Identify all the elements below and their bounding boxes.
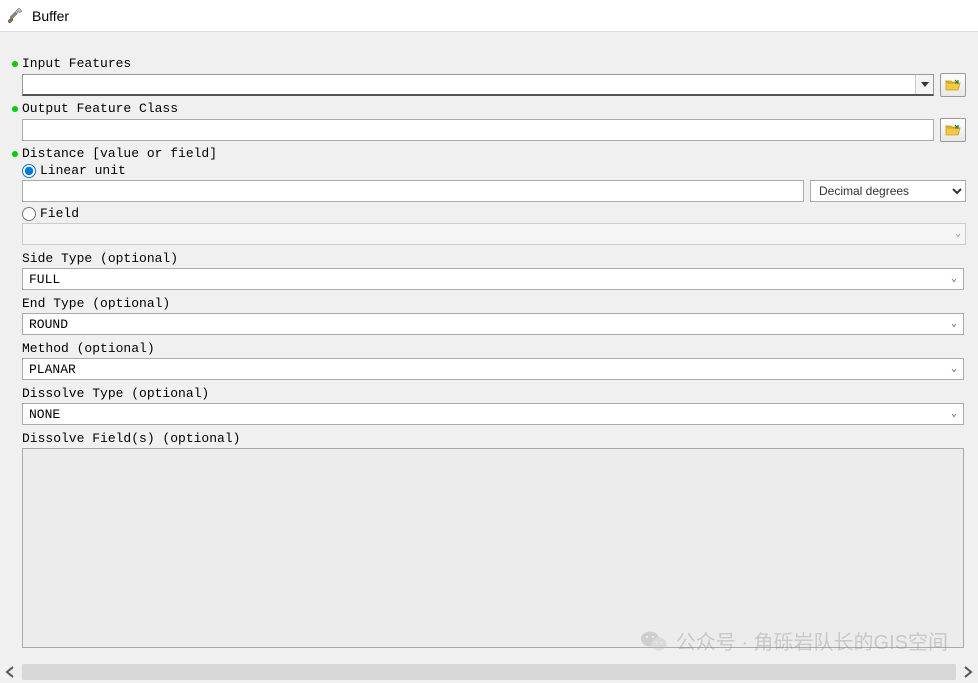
folder-open-icon [945, 123, 961, 137]
output-feature-class-browse-button[interactable] [940, 118, 966, 142]
method-label: Method (optional) [22, 341, 966, 356]
chevron-down-icon: ⌄ [951, 408, 957, 420]
hammer-icon [8, 8, 24, 24]
input-features-label-row: Input Features [12, 56, 966, 71]
window-title: Buffer [32, 8, 69, 24]
distance-label-row: Distance [value or field] [12, 146, 966, 161]
method-select[interactable]: PLANAR ⌄ [22, 358, 964, 380]
dissolve-type-label: Dissolve Type (optional) [22, 386, 966, 401]
input-features-browse-button[interactable] [940, 73, 966, 97]
wechat-icon [640, 629, 668, 653]
dissolve-type-select[interactable]: NONE ⌄ [22, 403, 964, 425]
distance-label: Distance [value or field] [22, 146, 217, 161]
input-features-label: Input Features [22, 56, 131, 71]
linear-unit-radio-label: Linear unit [40, 163, 126, 178]
content-area: Input Features Output Feature Class [0, 32, 978, 661]
chevron-down-icon: ⌄ [951, 273, 957, 285]
watermark: 公众号 · 角砾岩队长的GIS空间 [640, 626, 948, 655]
horizontal-scrollbar[interactable] [0, 661, 978, 683]
field-radio[interactable] [22, 207, 36, 221]
output-feature-class-input[interactable] [22, 119, 934, 141]
required-indicator-icon [12, 151, 18, 157]
side-type-select[interactable]: FULL ⌄ [22, 268, 964, 290]
chevron-down-icon: ⌄ [951, 363, 957, 375]
dissolve-fields-label: Dissolve Field(s) (optional) [22, 431, 966, 446]
distance-unit-select[interactable]: Decimal degrees [810, 180, 966, 202]
output-feature-class-label: Output Feature Class [22, 101, 178, 116]
required-indicator-icon [12, 106, 18, 112]
watermark-text: 公众号 · 角砾岩队长的GIS空间 [676, 626, 948, 655]
field-select-disabled: ⌄ [22, 223, 966, 245]
dissolve-fields-listbox[interactable] [22, 448, 964, 648]
chevron-down-icon: ⌄ [951, 318, 957, 330]
scroll-left-icon[interactable] [0, 662, 20, 682]
input-features-combo[interactable] [22, 74, 934, 96]
required-indicator-icon [12, 61, 18, 67]
chevron-down-icon: ⌄ [955, 228, 961, 240]
scroll-right-icon[interactable] [958, 662, 978, 682]
end-type-select[interactable]: ROUND ⌄ [22, 313, 964, 335]
title-bar: Buffer [0, 0, 978, 32]
end-type-label: End Type (optional) [22, 296, 966, 311]
linear-unit-radio[interactable] [22, 164, 36, 178]
scroll-track[interactable] [22, 664, 956, 680]
folder-open-icon [945, 78, 961, 92]
field-radio-label: Field [40, 206, 79, 221]
output-feature-class-label-row: Output Feature Class [12, 101, 966, 116]
input-features-dropdown-icon[interactable] [915, 75, 933, 94]
distance-value-input[interactable] [22, 180, 804, 202]
side-type-label: Side Type (optional) [22, 251, 966, 266]
